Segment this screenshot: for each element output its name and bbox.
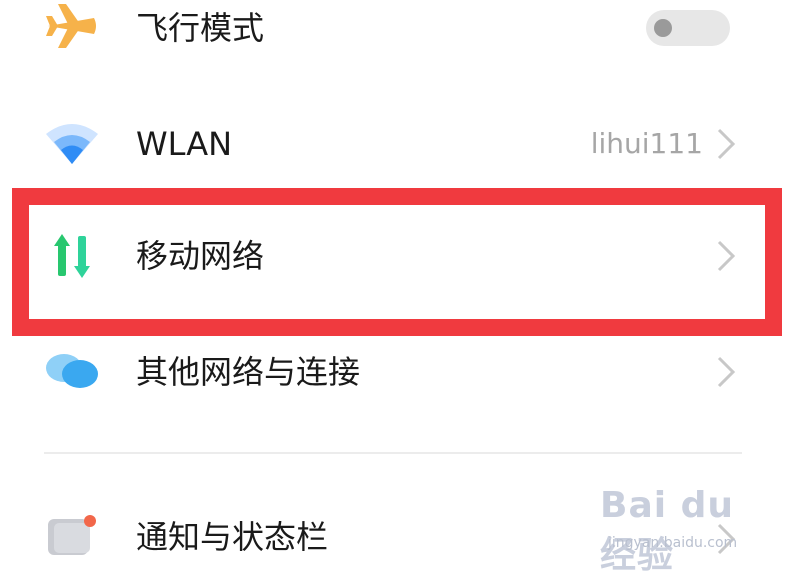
highlight-frame (12, 188, 782, 336)
wifi-icon (44, 122, 100, 168)
airplane-mode-toggle[interactable] (646, 10, 730, 46)
airplane-mode-label: 飞行模式 (136, 9, 265, 47)
notification-label: 通知与状态栏 (136, 518, 329, 556)
toggle-knob (654, 19, 672, 37)
other-networks-label: 其他网络与连接 (136, 353, 361, 391)
chevron-right-icon (713, 352, 739, 392)
other-networks-row[interactable]: 其他网络与连接 (0, 340, 789, 410)
network-bubbles-icon (44, 352, 100, 396)
chevron-right-icon (713, 124, 739, 164)
baidu-jingyan-watermark: Bai du 经验 jingyan.baidu.com (600, 485, 770, 576)
wlan-label: WLAN (136, 125, 233, 163)
airplane-icon (44, 4, 98, 52)
watermark-brand: Bai du 经验 (600, 485, 735, 576)
wlan-network-name: lihui111 (590, 127, 703, 160)
wlan-row[interactable]: WLAN lihui111 (0, 110, 789, 180)
watermark-url: jingyan.baidu.com (608, 535, 738, 551)
notification-icon (44, 513, 98, 561)
airplane-mode-row[interactable]: 飞行模式 (0, 0, 789, 60)
section-divider (44, 452, 742, 454)
